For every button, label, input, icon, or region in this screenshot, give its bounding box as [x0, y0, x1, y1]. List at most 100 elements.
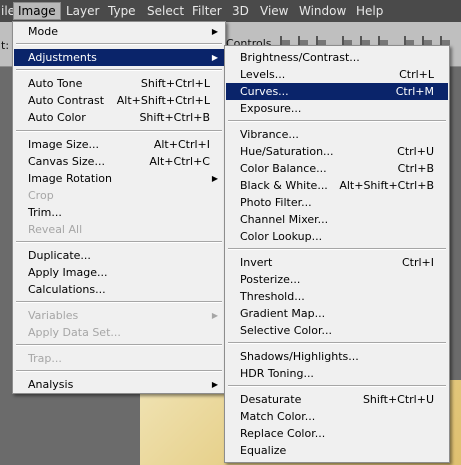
menubar-item-layer[interactable]: Layer: [62, 3, 103, 19]
menu-item-label: Hue/Saturation...: [240, 145, 334, 158]
menu-item-auto-contrast[interactable]: Auto Contrast Alt+Shift+Ctrl+L: [14, 92, 224, 109]
menu-item-label: Brightness/Contrast...: [240, 51, 360, 64]
menu-item-label: Auto Tone: [28, 77, 83, 90]
menu-item-photo-filter[interactable]: Photo Filter...: [226, 194, 448, 211]
menu-item-black-white[interactable]: Black & White... Alt+Shift+Ctrl+B: [226, 177, 448, 194]
menu-item-analysis[interactable]: Analysis ▶: [14, 376, 224, 393]
menubar-item-image[interactable]: Image: [13, 2, 61, 20]
menu-item-levels[interactable]: Levels... Ctrl+L: [226, 66, 448, 83]
menubar-item-filter[interactable]: Filter: [188, 3, 226, 19]
menu-item-selective-color[interactable]: Selective Color...: [226, 322, 448, 339]
menu-item-match-color[interactable]: Match Color...: [226, 408, 448, 425]
menu-item-label: Image Size...: [28, 138, 100, 151]
menu-item-desaturate[interactable]: Desaturate Shift+Ctrl+U: [226, 391, 448, 408]
menu-item-label: Auto Contrast: [28, 94, 105, 107]
triangle-right-icon: ▶: [211, 380, 218, 389]
menu-separator: [16, 130, 222, 132]
image-menu: Mode ▶ Adjustments ▶ Auto Tone Shift+Ctr…: [12, 21, 226, 394]
menu-item-label: Gradient Map...: [240, 307, 326, 320]
menu-separator: [16, 241, 222, 243]
triangle-right-icon: ▶: [211, 27, 218, 36]
menu-bar: ile Image Layer Type Select Filter 3D Vi…: [0, 0, 461, 22]
menu-item-shortcut: Shift+Ctrl+B: [139, 111, 210, 124]
menu-item-variables: Variables ▶: [14, 307, 224, 324]
menubar-item-help[interactable]: Help: [352, 3, 387, 19]
menu-item-label: Match Color...: [240, 410, 316, 423]
menubar-item-select[interactable]: Select: [143, 3, 188, 19]
menu-item-trap: Trap...: [14, 350, 224, 367]
menu-item-shortcut: Shift+Ctrl+L: [140, 77, 210, 90]
menu-item-label: Equalize: [240, 444, 287, 457]
triangle-right-icon: ▶: [211, 53, 218, 62]
menu-item-label: Reveal All: [28, 223, 83, 236]
menu-item-label: Analysis: [28, 378, 74, 391]
menu-item-auto-color[interactable]: Auto Color Shift+Ctrl+B: [14, 109, 224, 126]
menu-item-crop: Crop: [14, 187, 224, 204]
menu-item-apply-image[interactable]: Apply Image...: [14, 264, 224, 281]
menu-item-label: Auto Color: [28, 111, 86, 124]
menu-item-color-balance[interactable]: Color Balance... Ctrl+B: [226, 160, 448, 177]
menu-item-canvas-size[interactable]: Canvas Size... Alt+Ctrl+C: [14, 153, 224, 170]
menu-item-label: Color Lookup...: [240, 230, 323, 243]
menu-item-label: Trap...: [28, 352, 62, 365]
menu-item-color-lookup[interactable]: Color Lookup...: [226, 228, 448, 245]
menu-item-channel-mixer[interactable]: Channel Mixer...: [226, 211, 448, 228]
menu-item-hue-saturation[interactable]: Hue/Saturation... Ctrl+U: [226, 143, 448, 160]
menu-item-label: Levels...: [240, 68, 286, 81]
menu-item-brightness-contrast[interactable]: Brightness/Contrast...: [226, 49, 448, 66]
menu-item-trim[interactable]: Trim...: [14, 204, 224, 221]
menu-item-calculations[interactable]: Calculations...: [14, 281, 224, 298]
menu-item-shortcut: Ctrl+M: [395, 85, 434, 98]
menu-item-hdr-toning[interactable]: HDR Toning...: [226, 365, 448, 382]
menu-item-vibrance[interactable]: Vibrance...: [226, 126, 448, 143]
menu-item-label: Apply Image...: [28, 266, 108, 279]
menu-item-image-rotation[interactable]: Image Rotation ▶: [14, 170, 224, 187]
menu-item-label: Adjustments: [28, 51, 97, 64]
menu-item-label: Crop: [28, 189, 54, 202]
menu-item-auto-tone[interactable]: Auto Tone Shift+Ctrl+L: [14, 75, 224, 92]
triangle-right-icon: ▶: [211, 174, 218, 183]
menu-item-duplicate[interactable]: Duplicate...: [14, 247, 224, 264]
menu-item-shortcut: Alt+Ctrl+C: [149, 155, 210, 168]
menu-item-label: Trim...: [28, 206, 62, 219]
menubar-item-window[interactable]: Window: [295, 3, 350, 19]
menu-separator: [228, 342, 446, 344]
menu-item-label: Curves...: [240, 85, 289, 98]
triangle-right-icon: ▶: [211, 311, 218, 320]
menu-item-threshold[interactable]: Threshold...: [226, 288, 448, 305]
menu-item-posterize[interactable]: Posterize...: [226, 271, 448, 288]
menu-item-adjustments[interactable]: Adjustments ▶: [14, 49, 224, 66]
menubar-item-3d[interactable]: 3D: [228, 3, 253, 19]
menu-item-label: Desaturate: [240, 393, 302, 406]
menubar-item-type[interactable]: Type: [104, 3, 140, 19]
menu-item-label: Replace Color...: [240, 427, 326, 440]
menubar-item-view[interactable]: View: [256, 3, 292, 19]
options-left-fragment: t:: [1, 39, 10, 52]
adjustments-submenu: Brightness/Contrast... Levels... Ctrl+L …: [224, 45, 450, 463]
menu-item-shortcut: Alt+Shift+Ctrl+B: [339, 179, 434, 192]
menu-item-shortcut: Ctrl+U: [397, 145, 434, 158]
menu-item-invert[interactable]: Invert Ctrl+I: [226, 254, 448, 271]
menu-item-exposure[interactable]: Exposure...: [226, 100, 448, 117]
menu-item-label: Exposure...: [240, 102, 302, 115]
menu-item-curves[interactable]: Curves... Ctrl+M: [226, 83, 448, 100]
menu-item-shortcut: Alt+Ctrl+I: [153, 138, 210, 151]
menu-item-label: Black & White...: [240, 179, 328, 192]
menu-item-shadows-highlights[interactable]: Shadows/Highlights...: [226, 348, 448, 365]
menu-item-label: Vibrance...: [240, 128, 299, 141]
menu-item-equalize[interactable]: Equalize: [226, 442, 448, 459]
menu-separator: [16, 370, 222, 372]
menu-item-shortcut: Ctrl+B: [397, 162, 434, 175]
menu-separator: [16, 301, 222, 303]
menu-separator: [16, 69, 222, 71]
menu-item-replace-color[interactable]: Replace Color...: [226, 425, 448, 442]
menu-item-label: Color Balance...: [240, 162, 327, 175]
menu-item-reveal-all: Reveal All: [14, 221, 224, 238]
menu-item-shortcut: Alt+Shift+Ctrl+L: [116, 94, 210, 107]
menu-item-gradient-map[interactable]: Gradient Map...: [226, 305, 448, 322]
menu-item-mode[interactable]: Mode ▶: [14, 23, 224, 40]
menu-item-shortcut: Ctrl+I: [401, 256, 434, 269]
menu-item-image-size[interactable]: Image Size... Alt+Ctrl+I: [14, 136, 224, 153]
menu-separator: [228, 385, 446, 387]
menu-item-shortcut: Shift+Ctrl+U: [362, 393, 434, 406]
